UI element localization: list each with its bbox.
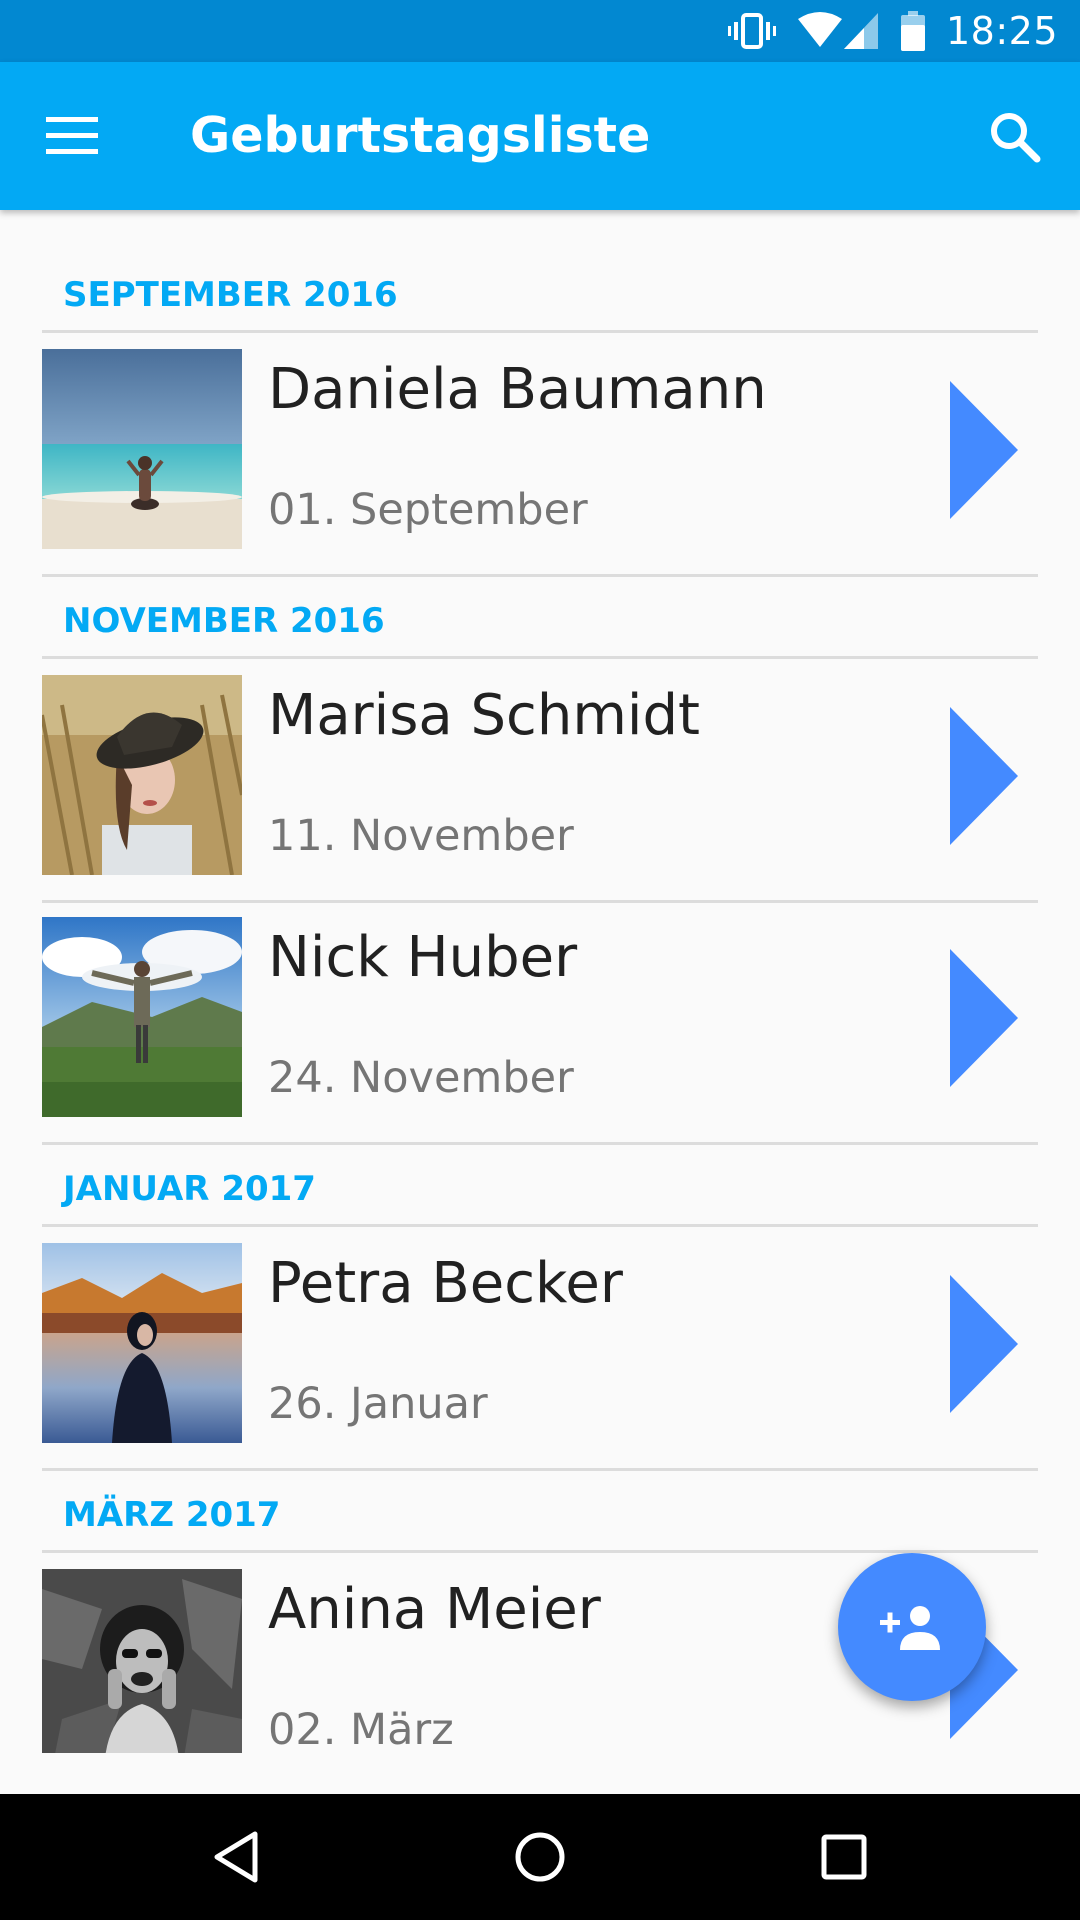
- list-item[interactable]: Marisa Schmidt 11. November: [42, 675, 1038, 875]
- divider: [42, 1550, 1038, 1553]
- list-item[interactable]: Daniela Baumann 01. September: [42, 349, 1038, 549]
- search-button[interactable]: [980, 102, 1050, 172]
- divider: [42, 656, 1038, 659]
- back-icon: [214, 1831, 258, 1883]
- section-header-maerz-2017: MÄRZ 2017: [63, 1495, 281, 1535]
- wifi-icon: [796, 11, 844, 51]
- divider: [42, 574, 1038, 577]
- divider: [42, 900, 1038, 903]
- section-header-september-2016: SEPTEMBER 2016: [63, 275, 398, 315]
- beach-photo: [42, 349, 242, 549]
- list-item[interactable]: Nick Huber 24. November: [42, 917, 1038, 1117]
- battery-icon: [900, 11, 926, 51]
- divider: [42, 330, 1038, 333]
- birthday-date: 24. November: [268, 1053, 574, 1103]
- divider: [42, 1224, 1038, 1227]
- add-person-icon: [880, 1606, 940, 1650]
- bw-portrait-photo: [42, 1569, 242, 1753]
- app-bar: Geburtstagsliste: [0, 62, 1080, 210]
- menu-icon: [46, 117, 98, 154]
- status-bar: 18:25: [0, 0, 1080, 62]
- divider: [42, 1142, 1038, 1145]
- mountain-photo: [42, 917, 242, 1117]
- home-icon: [515, 1832, 565, 1882]
- recents-button[interactable]: [804, 1822, 884, 1892]
- birthday-date: 11. November: [268, 811, 574, 861]
- signal-icon: [842, 11, 880, 51]
- list-item[interactable]: Petra Becker 26. Januar: [42, 1243, 1038, 1443]
- person-name: Petra Becker: [268, 1251, 623, 1316]
- birthday-date: 02. März: [268, 1705, 454, 1755]
- page-title: Geburtstagsliste: [190, 107, 651, 164]
- recents-icon: [821, 1834, 867, 1880]
- chevron-right-icon[interactable]: [942, 377, 1032, 523]
- lake-photo: [42, 1243, 242, 1443]
- menu-button[interactable]: [40, 106, 104, 166]
- birthday-date: 26. Januar: [268, 1379, 488, 1429]
- add-person-button[interactable]: [838, 1553, 986, 1701]
- navigation-bar: [0, 1794, 1080, 1920]
- divider: [42, 1468, 1038, 1471]
- person-name: Anina Meier: [268, 1577, 601, 1642]
- section-header-januar-2017: JANUAR 2017: [63, 1169, 316, 1209]
- back-button[interactable]: [196, 1822, 276, 1892]
- section-header-november-2016: NOVEMBER 2016: [63, 601, 385, 641]
- chevron-right-icon[interactable]: [942, 1271, 1032, 1417]
- home-button[interactable]: [500, 1822, 580, 1892]
- person-name: Daniela Baumann: [268, 357, 767, 422]
- vibrate-icon: [727, 11, 776, 51]
- person-name: Marisa Schmidt: [268, 683, 700, 748]
- birthday-date: 01. September: [268, 485, 588, 535]
- chevron-right-icon[interactable]: [942, 945, 1032, 1091]
- person-name: Nick Huber: [268, 925, 578, 990]
- woman-hat-photo: [42, 675, 242, 875]
- chevron-right-icon[interactable]: [942, 703, 1032, 849]
- search-icon: [991, 113, 1041, 163]
- screen: 18:25 Geburtstagsliste SEPTEMBER 2016 Da…: [0, 0, 1080, 1920]
- status-time: 18:25: [945, 9, 1058, 53]
